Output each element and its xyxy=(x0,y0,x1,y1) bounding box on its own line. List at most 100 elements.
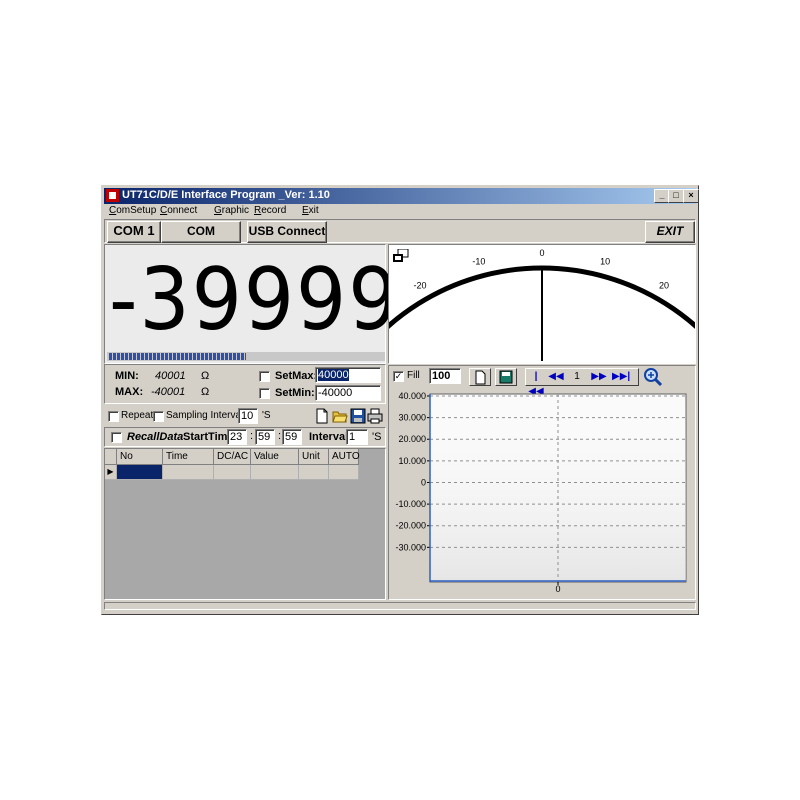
analog-gauge: -40-30-20-10010203040 xyxy=(388,244,696,364)
gauge-tick-label: 20 xyxy=(659,281,669,291)
open-folder-icon[interactable] xyxy=(332,408,348,424)
header-corner xyxy=(105,449,117,465)
recall-interval-input[interactable]: 1 xyxy=(346,429,368,445)
menu-bar: ComSetup Connect Graphic Record Exit xyxy=(104,205,696,219)
setmax-checkbox[interactable] xyxy=(259,371,270,382)
menu-comsetup[interactable]: ComSetup xyxy=(109,205,156,216)
bargraph xyxy=(107,352,385,361)
next-page-icon[interactable]: ▶▶ xyxy=(590,369,608,385)
toolbar: COM 1 COM Connect USB Connect EXIT xyxy=(104,219,696,256)
cell-dcac[interactable] xyxy=(214,465,251,480)
new-file-icon[interactable] xyxy=(314,408,330,424)
min-unit: Ω xyxy=(201,370,210,382)
y-tick-label: -20.000 xyxy=(395,521,426,531)
menu-graphic[interactable]: Graphic xyxy=(214,205,249,216)
plot-shade xyxy=(430,394,686,582)
setmax-input[interactable]: 40000 xyxy=(315,367,381,383)
cell-no[interactable] xyxy=(117,465,163,480)
setmin-input[interactable]: -40000 xyxy=(315,385,381,401)
y-tick-label: 10.000 xyxy=(398,456,426,466)
min-value: 40001 xyxy=(155,370,186,382)
save-icon xyxy=(499,370,513,384)
col-header-dcac[interactable]: DC/AC xyxy=(214,449,251,465)
app-icon xyxy=(106,189,119,202)
chart-new-button[interactable] xyxy=(469,368,491,386)
gauge-tick-label: -20 xyxy=(413,281,426,291)
save-icon[interactable] xyxy=(350,408,366,424)
recall-row: RecallData StartTime 23 : 59 : 59 Interv… xyxy=(104,427,386,447)
start-second-input[interactable]: 59 xyxy=(282,429,302,445)
fill-check-mark: ✓ xyxy=(394,371,403,381)
first-page-icon[interactable]: |◀◀ xyxy=(527,369,545,397)
sampling-row: Repeat Sampling Interval 10 'S xyxy=(104,406,386,426)
new-file-icon xyxy=(475,370,486,385)
y-tick-label: 40.000 xyxy=(398,391,426,401)
start-minute-input[interactable]: 59 xyxy=(255,429,275,445)
col-header-time[interactable]: Time xyxy=(163,449,214,465)
zoom-icon[interactable] xyxy=(643,367,663,387)
max-unit: Ω xyxy=(201,386,210,398)
time-colon-2: : xyxy=(278,430,282,442)
com-connect-button[interactable]: COM Connect xyxy=(161,221,241,256)
title-bar[interactable]: UT71C/D/E Interface Program _Ver: 1.10 _… xyxy=(104,188,699,204)
status-bar xyxy=(104,602,696,610)
gauge-tick-label: 10 xyxy=(600,256,610,266)
setmin-label: SetMin: xyxy=(275,387,315,399)
menu-record[interactable]: Record xyxy=(254,205,286,216)
sampling-interval-input[interactable]: 10 xyxy=(238,408,258,424)
exit-button[interactable]: EXIT xyxy=(645,221,695,243)
recall-checkbox[interactable] xyxy=(111,432,122,443)
cell-unit[interactable] xyxy=(299,465,329,480)
max-value: -40001 xyxy=(151,386,186,398)
maximize-button[interactable]: □ xyxy=(668,189,684,203)
sampling-interval-checkbox[interactable] xyxy=(153,411,164,422)
y-tick-label: 30.000 xyxy=(398,413,426,423)
setmax-value: 40000 xyxy=(318,369,349,381)
prev-page-icon[interactable]: ◀◀ xyxy=(547,369,565,385)
y-tick-label: -30.000 xyxy=(395,542,426,552)
col-header-value[interactable]: Value xyxy=(251,449,299,465)
setmax-label: SetMax: xyxy=(275,370,318,382)
print-icon[interactable] xyxy=(367,408,383,424)
usb-connect-button[interactable]: USB Connect xyxy=(247,221,327,243)
col-header-auto[interactable]: AUTO xyxy=(329,449,360,465)
chart-save-button[interactable] xyxy=(495,368,517,386)
col-header-no[interactable]: No xyxy=(117,449,163,465)
bargraph-fill xyxy=(109,353,246,360)
menu-exit[interactable]: Exit xyxy=(302,205,319,216)
setmin-checkbox[interactable] xyxy=(259,388,270,399)
interval-label: Interval xyxy=(309,431,349,443)
recall-label: RecallData xyxy=(127,431,184,443)
table-header: No Time DC/AC Value Unit AUTO xyxy=(105,449,365,465)
cell-value[interactable] xyxy=(251,465,299,480)
menu-connect[interactable]: Connect xyxy=(160,205,197,216)
recall-interval-unit: 'S xyxy=(372,431,382,443)
minmax-panel: MIN: 40001 Ω MAX: -40001 Ω SetMax: 40000… xyxy=(104,364,386,404)
page-number: 1 xyxy=(574,371,580,382)
last-page-icon[interactable]: ▶▶| xyxy=(612,369,630,385)
repeat-label: Repeat xyxy=(121,410,154,421)
min-label: MIN: xyxy=(115,370,139,382)
chart-panel: ✓ Fill 100 |◀◀ ◀◀ 1 ▶▶ ▶▶| 40.000 30.000 2… xyxy=(388,365,696,600)
y-tick-label: 20.000 xyxy=(398,434,426,444)
cell-auto[interactable] xyxy=(329,465,359,480)
start-time-label: StartTime xyxy=(183,431,234,443)
data-table[interactable]: No Time DC/AC Value Unit AUTO ▶ xyxy=(104,448,386,600)
row-indicator-icon: ▶ xyxy=(105,465,117,480)
start-hour-input[interactable]: 23 xyxy=(227,429,247,445)
points-input[interactable]: 100 xyxy=(429,368,461,384)
trend-chart[interactable]: 40.000 30.000 20.000 10.000 0 -10.000 -20.000 -… xyxy=(390,390,694,598)
fill-label: Fill xyxy=(407,370,420,381)
col-header-unit[interactable]: Unit xyxy=(299,449,329,465)
gauge-dial: -40-30-20-10010203040 xyxy=(389,248,695,361)
com-port-button[interactable]: COM 1 xyxy=(107,221,161,243)
time-colon-1: : xyxy=(250,430,254,442)
close-button[interactable]: × xyxy=(683,189,699,203)
y-tick-label: 0 xyxy=(421,477,426,487)
table-row[interactable]: ▶ xyxy=(105,465,365,480)
repeat-checkbox[interactable] xyxy=(108,411,119,422)
cell-time[interactable] xyxy=(163,465,214,480)
gauge-tick-label: 0 xyxy=(539,248,544,258)
lcd-display: -39999 xyxy=(104,244,398,364)
fill-checkbox[interactable]: ✓ xyxy=(393,371,404,382)
